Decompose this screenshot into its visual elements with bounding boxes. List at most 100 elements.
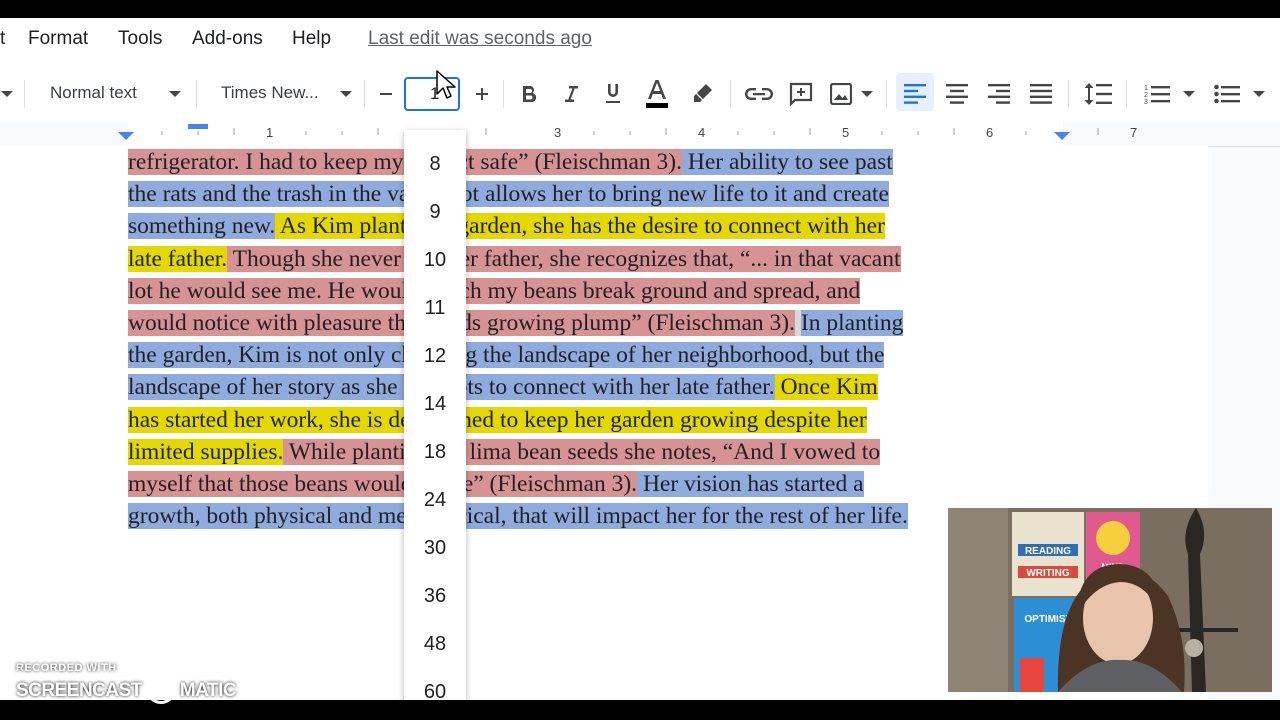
ruler-number: 4 (698, 125, 706, 140)
svg-text:WRITING: WRITING (1026, 568, 1070, 579)
decrease-font-size-button[interactable] (374, 78, 398, 110)
highlighted-text-segment: Her ability to see past (681, 149, 893, 175)
menu-bar: t Format Tools Add-ons Help Last edit wa… (0, 18, 1280, 64)
image-icon[interactable] (826, 78, 856, 110)
bulleted-list-icon[interactable] (1212, 78, 1242, 110)
font-size-option[interactable]: 10 (404, 236, 466, 284)
watermark-right-text: MATIC (179, 680, 237, 701)
dropdown-caret-icon[interactable] (0, 78, 14, 110)
underline-icon[interactable] (600, 78, 626, 110)
mouse-cursor-icon (436, 70, 456, 99)
toolbar-divider (1068, 80, 1069, 108)
bold-icon[interactable] (516, 78, 542, 110)
justify-icon[interactable] (1026, 78, 1056, 110)
comment-icon[interactable] (786, 78, 816, 110)
toolbar-divider (1126, 80, 1127, 108)
highlighted-text-segment: has started her work, she is determined … (128, 406, 867, 433)
paragraph-style-dropdown[interactable]: Normal text (50, 83, 137, 103)
screencast-watermark: RECORDED WITH SCREENCAST MATIC (16, 662, 237, 706)
svg-text:3: 3 (1144, 99, 1148, 105)
menu-help[interactable]: Help (292, 28, 331, 50)
watermark-brand: SCREENCAST MATIC (16, 674, 237, 706)
watermark-recorded-label: RECORDED WITH (16, 662, 117, 674)
align-right-icon[interactable] (984, 78, 1014, 110)
increase-font-size-button[interactable] (470, 78, 494, 110)
document-line: late father. Though she never met her fa… (128, 243, 1078, 275)
font-size-option[interactable]: 9 (404, 188, 466, 236)
text-color-icon[interactable] (640, 78, 674, 110)
svg-text:2: 2 (1144, 92, 1148, 99)
watermark-left-text: SCREENCAST (16, 680, 142, 701)
document-line: the rats and the trash in the vacant lot… (128, 178, 1078, 210)
document-line: growth, both physical and metaphorical, … (128, 500, 1078, 532)
highlighted-text-segment: While planting the lima bean seeds she n… (283, 438, 881, 465)
highlighted-text-segment: Though she never met her father, she rec… (227, 245, 901, 272)
toolbar-divider (364, 80, 365, 108)
screencast-logo-icon (145, 674, 176, 704)
font-size-option[interactable]: 14 (404, 380, 466, 428)
document-line: the garden, Kim is not only changing the… (128, 339, 1078, 371)
document-body[interactable]: refrigerator. I had to keep my project s… (128, 146, 1078, 564)
highlighted-text-segment: the rats and the trash in the vacant lot… (128, 181, 889, 208)
ruler-number: 7 (1130, 125, 1138, 140)
highlighted-text-segment: myself that those beans would thrive” (F… (128, 470, 638, 497)
align-left-icon[interactable] (900, 78, 930, 110)
font-size-option[interactable]: 8 (404, 140, 466, 188)
numbered-list-icon[interactable]: 123 (1142, 78, 1172, 110)
highlighted-text-segment: lot he would see me. He would watch my b… (128, 277, 861, 304)
document-line: has started her work, she is determined … (128, 404, 1078, 436)
ruler[interactable]: 1 3 4 5 6 7 (0, 122, 1280, 147)
menu-tools[interactable]: Tools (118, 28, 162, 50)
font-family-caret-icon[interactable] (337, 78, 355, 110)
bulleted-list-caret-icon[interactable] (1250, 78, 1268, 110)
menu-addons[interactable]: Add-ons (192, 28, 263, 50)
ruler-number: 5 (842, 125, 850, 140)
webcam-overlay: READING WRITING MIND OPTIMIST (948, 508, 1272, 692)
line-spacing-icon[interactable] (1082, 78, 1114, 110)
document-line: would notice with pleasure their pods gr… (128, 307, 1078, 339)
italic-icon[interactable] (558, 78, 584, 110)
document-line: landscape of her story as she attempts t… (128, 371, 1078, 403)
highlighted-text-segment: Once Kim (774, 374, 878, 401)
image-caret-icon[interactable] (858, 78, 876, 110)
document-line: myself that those beans would thrive” (F… (128, 468, 1078, 500)
ruler-number: 1 (266, 125, 274, 140)
webcam-image: READING WRITING MIND OPTIMIST (948, 508, 1272, 692)
font-size-option[interactable]: 12 (404, 332, 466, 380)
highlighted-text-segment (795, 309, 801, 336)
font-size-option[interactable]: 48 (404, 620, 466, 668)
svg-text:1: 1 (1144, 85, 1148, 92)
highlighted-text-segment: the garden, Kim is not only changing the… (128, 342, 885, 369)
font-size-option[interactable]: 30 (404, 524, 466, 572)
document-line: lot he would see me. He would watch my b… (128, 275, 1078, 307)
toolbar-divider (196, 80, 197, 108)
highlighted-text-segment: growth, both physical and metaphorical, … (128, 503, 908, 530)
font-size-option[interactable]: 36 (404, 572, 466, 620)
document-line: something new. As Kim plants her garden,… (128, 210, 1078, 242)
menu-format[interactable]: Format (28, 28, 88, 50)
menu-insert-partial[interactable]: t (0, 28, 5, 50)
last-edit-link[interactable]: Last edit was seconds ago (368, 28, 592, 50)
font-size-option[interactable]: 60 (404, 668, 466, 700)
font-size-option[interactable]: 18 (404, 428, 466, 476)
link-icon[interactable] (742, 78, 776, 110)
svg-text:READING: READING (1025, 546, 1071, 557)
font-size-option[interactable]: 24 (404, 476, 466, 524)
ruler-number: 6 (986, 125, 994, 140)
font-family-dropdown[interactable]: Times New... (221, 83, 319, 103)
toolbar-divider (730, 80, 731, 108)
font-size-option[interactable]: 11 (404, 284, 466, 332)
highlight-icon[interactable] (688, 78, 716, 110)
highlighted-text-segment: In planting (800, 309, 904, 336)
font-size-dropdown-menu: 8 9 10 11 12 14 18 24 30 36 48 60 (404, 130, 466, 700)
highlighted-text-segment: limited supplies. (128, 438, 284, 465)
document-line: limited supplies. While planting the lim… (128, 436, 1078, 468)
toolbar-divider (886, 80, 887, 108)
align-center-icon[interactable] (942, 78, 972, 110)
highlighted-text-segment: As Kim plants her garden, she has the de… (275, 213, 885, 240)
svg-text:OPTIMIST: OPTIMIST (1024, 614, 1071, 625)
numbered-list-caret-icon[interactable] (1180, 78, 1198, 110)
highlighted-text-segment: something new. (128, 213, 276, 240)
paragraph-style-caret-icon[interactable] (166, 78, 184, 110)
